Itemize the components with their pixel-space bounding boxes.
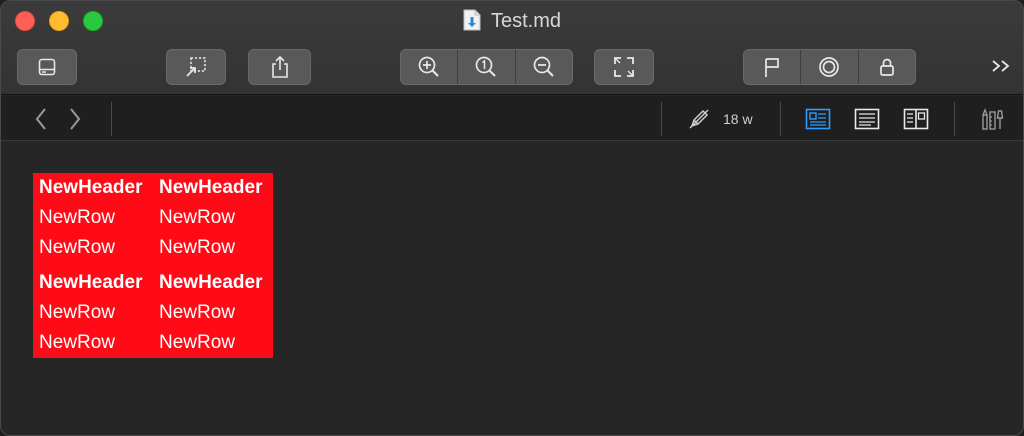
table-row: NewRow NewRow — [33, 203, 273, 233]
chevron-left-icon — [34, 107, 48, 131]
table-row: NewRow NewRow — [33, 298, 273, 328]
word-count[interactable]: 18 w — [723, 110, 753, 128]
zoom-in-button[interactable] — [401, 50, 459, 84]
close-window-button[interactable] — [15, 11, 35, 31]
table-cell: NewRow — [159, 237, 236, 258]
forward-button[interactable] — [63, 106, 87, 132]
back-button[interactable] — [29, 106, 53, 132]
text-mode-button[interactable] — [853, 106, 881, 132]
select-region-button[interactable] — [166, 49, 226, 85]
table-row: NewRow NewRow — [33, 328, 273, 358]
select-region-icon — [184, 55, 208, 79]
chevron-double-right-icon — [990, 58, 1012, 74]
window-title-group: Test.md — [1, 8, 1023, 34]
document-controls — [743, 49, 916, 85]
pencil-icon — [688, 108, 710, 130]
typewriter-button[interactable] — [687, 106, 711, 132]
table-cell: NewRow — [39, 332, 116, 353]
actual-size-button[interactable] — [458, 50, 516, 84]
zoom-out-button[interactable] — [516, 50, 572, 84]
zoom-controls — [400, 49, 573, 85]
preview-table: NewHeader NewHeader NewRow NewRow NewRow… — [33, 173, 273, 358]
table-header-cell: NewHeader — [39, 177, 143, 198]
app-window: Test.md 18 w NewHeader NewHeader NewRow … — [0, 0, 1024, 436]
share-icon — [269, 55, 291, 79]
preview-mode-icon — [805, 108, 831, 130]
share-button[interactable] — [248, 49, 311, 85]
table-cell: NewRow — [159, 332, 236, 353]
divider — [661, 102, 662, 136]
zoom-out-icon — [532, 55, 556, 79]
table-header-cell: NewHeader — [159, 272, 263, 293]
editor-subbar: 18 w — [1, 96, 1023, 141]
chevron-right-icon — [68, 107, 82, 131]
style-tools-button[interactable] — [979, 106, 1007, 132]
sidebar-icon — [37, 57, 57, 77]
toolbar-overflow-button[interactable] — [987, 53, 1015, 79]
flag-button[interactable] — [744, 50, 802, 84]
table-row: NewRow NewRow — [33, 233, 273, 263]
markdown-file-icon — [463, 9, 481, 31]
window-title: Test.md — [490, 10, 562, 32]
table-header-row: NewHeader NewHeader — [33, 268, 273, 298]
sidebar-toggle-button[interactable] — [17, 49, 77, 85]
title-bar: Test.md — [1, 1, 1023, 95]
table-cell: NewRow — [159, 207, 236, 228]
preview-content: NewHeader NewHeader NewRow NewRow NewRow… — [1, 142, 1023, 435]
full-screen-icon — [612, 55, 636, 79]
divider — [780, 102, 781, 136]
minimize-window-button[interactable] — [49, 11, 69, 31]
lock-icon — [878, 57, 896, 77]
table-header-cell: NewHeader — [159, 177, 263, 198]
table-header-cell: NewHeader — [39, 272, 143, 293]
split-mode-icon — [903, 108, 929, 130]
flag-icon — [762, 56, 782, 78]
target-icon — [818, 56, 840, 78]
table-cell: NewRow — [39, 302, 116, 323]
actual-size-icon — [474, 55, 498, 79]
split-mode-button[interactable] — [902, 106, 930, 132]
divider — [111, 102, 112, 136]
table-cell: NewRow — [159, 302, 236, 323]
full-screen-button[interactable] — [594, 49, 654, 85]
table-cell: NewRow — [39, 237, 116, 258]
preview-mode-button[interactable] — [804, 106, 832, 132]
zoom-window-button[interactable] — [83, 11, 103, 31]
divider — [954, 102, 955, 136]
table-cell: NewRow — [39, 207, 116, 228]
table-header-row: NewHeader NewHeader — [33, 173, 273, 203]
zoom-in-icon — [417, 55, 441, 79]
lock-button[interactable] — [859, 50, 915, 84]
target-button[interactable] — [801, 50, 859, 84]
style-tools-icon — [980, 107, 1006, 131]
text-mode-icon — [854, 108, 880, 130]
